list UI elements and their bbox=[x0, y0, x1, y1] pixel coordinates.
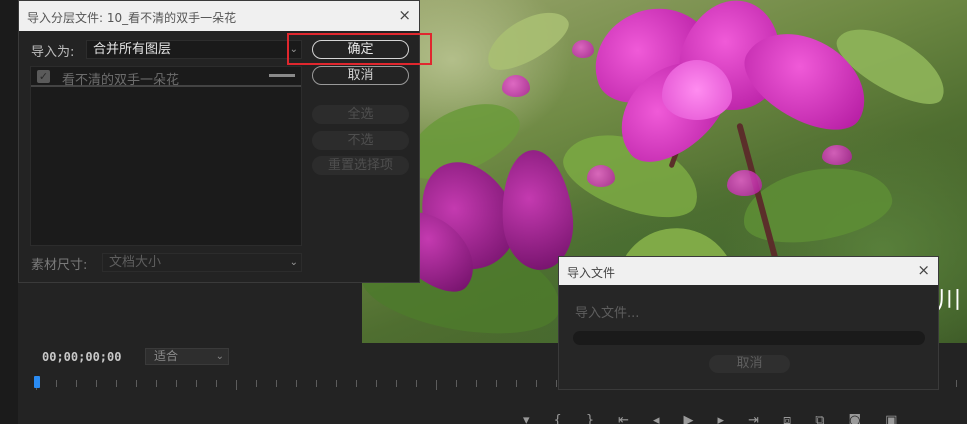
ruler-tick bbox=[196, 380, 197, 387]
ruler-tick bbox=[116, 380, 117, 387]
transport-controls: ▾ { } ⇤ ◂ ▶ ▸ ⇥ ⧈ ⧉ ◙ ▣ bbox=[523, 413, 897, 424]
ruler-tick bbox=[236, 380, 237, 390]
ruler-tick bbox=[56, 380, 57, 387]
timecode-display[interactable]: 00;00;00;00 bbox=[42, 350, 121, 364]
ruler-tick bbox=[376, 380, 377, 387]
layer-name: 看不清的双手一朵花 bbox=[62, 73, 180, 88]
ruler-tick bbox=[216, 380, 217, 387]
layer-checkbox[interactable]: ✓ bbox=[37, 70, 50, 83]
button-editor-icon[interactable]: ▣ bbox=[885, 413, 897, 424]
ruler-tick bbox=[516, 380, 517, 387]
dialog-title: 导入分层文件: 10_看不清的双手一朵花 bbox=[27, 11, 237, 25]
select-none-button[interactable]: 不选 bbox=[312, 131, 409, 150]
progress-bar bbox=[573, 331, 925, 345]
ruler-tick bbox=[556, 380, 557, 387]
ruler-tick bbox=[436, 380, 437, 390]
insert-icon[interactable]: ⧈ bbox=[783, 413, 791, 424]
screen: 川 00;00;00;00 适合 ⌄ ▾ { } ⇤ ◂ ▶ ▸ ⇥ ⧈ ⧉ ◙… bbox=[0, 0, 967, 424]
ruler-tick bbox=[536, 380, 537, 387]
zoom-level-select[interactable]: 适合 ⌄ bbox=[145, 348, 229, 365]
footage-size-value: 文档大小 bbox=[109, 255, 162, 270]
layer-thumbnail bbox=[269, 74, 295, 77]
close-icon[interactable]: × bbox=[917, 261, 930, 279]
import-as-value: 合并所有图层 bbox=[93, 42, 172, 57]
ruler-tick bbox=[456, 380, 457, 387]
cancel-button[interactable]: 取消 bbox=[312, 66, 409, 85]
footage-size-label: 素材尺寸: bbox=[31, 258, 88, 273]
step-forward-icon[interactable]: ▸ bbox=[718, 413, 725, 424]
ruler-tick bbox=[496, 380, 497, 387]
camera-icon[interactable]: ◙ bbox=[849, 413, 862, 424]
playhead[interactable] bbox=[34, 376, 40, 388]
progress-title-bar[interactable]: 导入文件 × bbox=[559, 257, 938, 285]
play-icon[interactable]: ▶ bbox=[684, 413, 694, 424]
ruler-tick bbox=[296, 380, 297, 387]
reset-selection-button[interactable]: 重置选择项 bbox=[312, 156, 409, 175]
ruler-tick bbox=[956, 380, 957, 387]
mark-out-icon[interactable]: } bbox=[586, 413, 594, 424]
zoom-level-value: 适合 bbox=[154, 349, 179, 363]
import-as-label: 导入为: bbox=[31, 45, 75, 60]
ruler-tick bbox=[76, 380, 77, 387]
progress-cancel-button[interactable]: 取消 bbox=[709, 355, 790, 373]
chevron-down-icon: ⌄ bbox=[215, 351, 224, 362]
chevron-down-icon: ⌄ bbox=[289, 257, 298, 268]
ruler-tick bbox=[156, 380, 157, 387]
ruler-tick bbox=[396, 380, 397, 387]
select-all-button[interactable]: 全选 bbox=[312, 105, 409, 124]
footage-size-select: 文档大小 ⌄ bbox=[102, 253, 302, 272]
ruler-tick bbox=[356, 380, 357, 387]
marker-icon[interactable]: ▾ bbox=[523, 413, 530, 424]
step-back-icon[interactable]: ◂ bbox=[653, 413, 660, 424]
import-as-select[interactable]: 合并所有图层 ⌄ bbox=[86, 40, 302, 59]
highlight-box bbox=[287, 33, 432, 65]
import-progress-dialog: 导入文件 × 导入文件... 取消 bbox=[558, 256, 939, 390]
ruler-tick bbox=[276, 380, 277, 387]
ruler-tick bbox=[476, 380, 477, 387]
progress-status-text: 导入文件... bbox=[575, 306, 640, 321]
mark-in-icon[interactable]: { bbox=[554, 413, 562, 424]
photo-overlay-text: 川 bbox=[937, 286, 963, 314]
list-item[interactable]: ✓ 看不清的双手一朵花 bbox=[31, 67, 301, 88]
ruler-tick bbox=[416, 380, 417, 387]
ruler-tick bbox=[176, 380, 177, 387]
ruler-tick bbox=[256, 380, 257, 387]
ruler-tick bbox=[316, 380, 317, 387]
progress-dialog-title: 导入文件 bbox=[567, 266, 616, 280]
dialog-title-bar[interactable]: 导入分层文件: 10_看不清的双手一朵花 × bbox=[19, 1, 419, 31]
ruler-tick bbox=[336, 380, 337, 387]
overwrite-icon[interactable]: ⧉ bbox=[815, 413, 824, 424]
go-to-out-icon[interactable]: ⇥ bbox=[748, 413, 759, 424]
ruler-tick bbox=[136, 380, 137, 387]
go-to-in-icon[interactable]: ⇤ bbox=[618, 413, 629, 424]
layer-list: ✓ 看不清的双手一朵花 bbox=[30, 66, 302, 246]
close-icon[interactable]: × bbox=[398, 6, 411, 24]
left-panel-strip bbox=[0, 0, 18, 424]
ruler-tick bbox=[96, 380, 97, 387]
